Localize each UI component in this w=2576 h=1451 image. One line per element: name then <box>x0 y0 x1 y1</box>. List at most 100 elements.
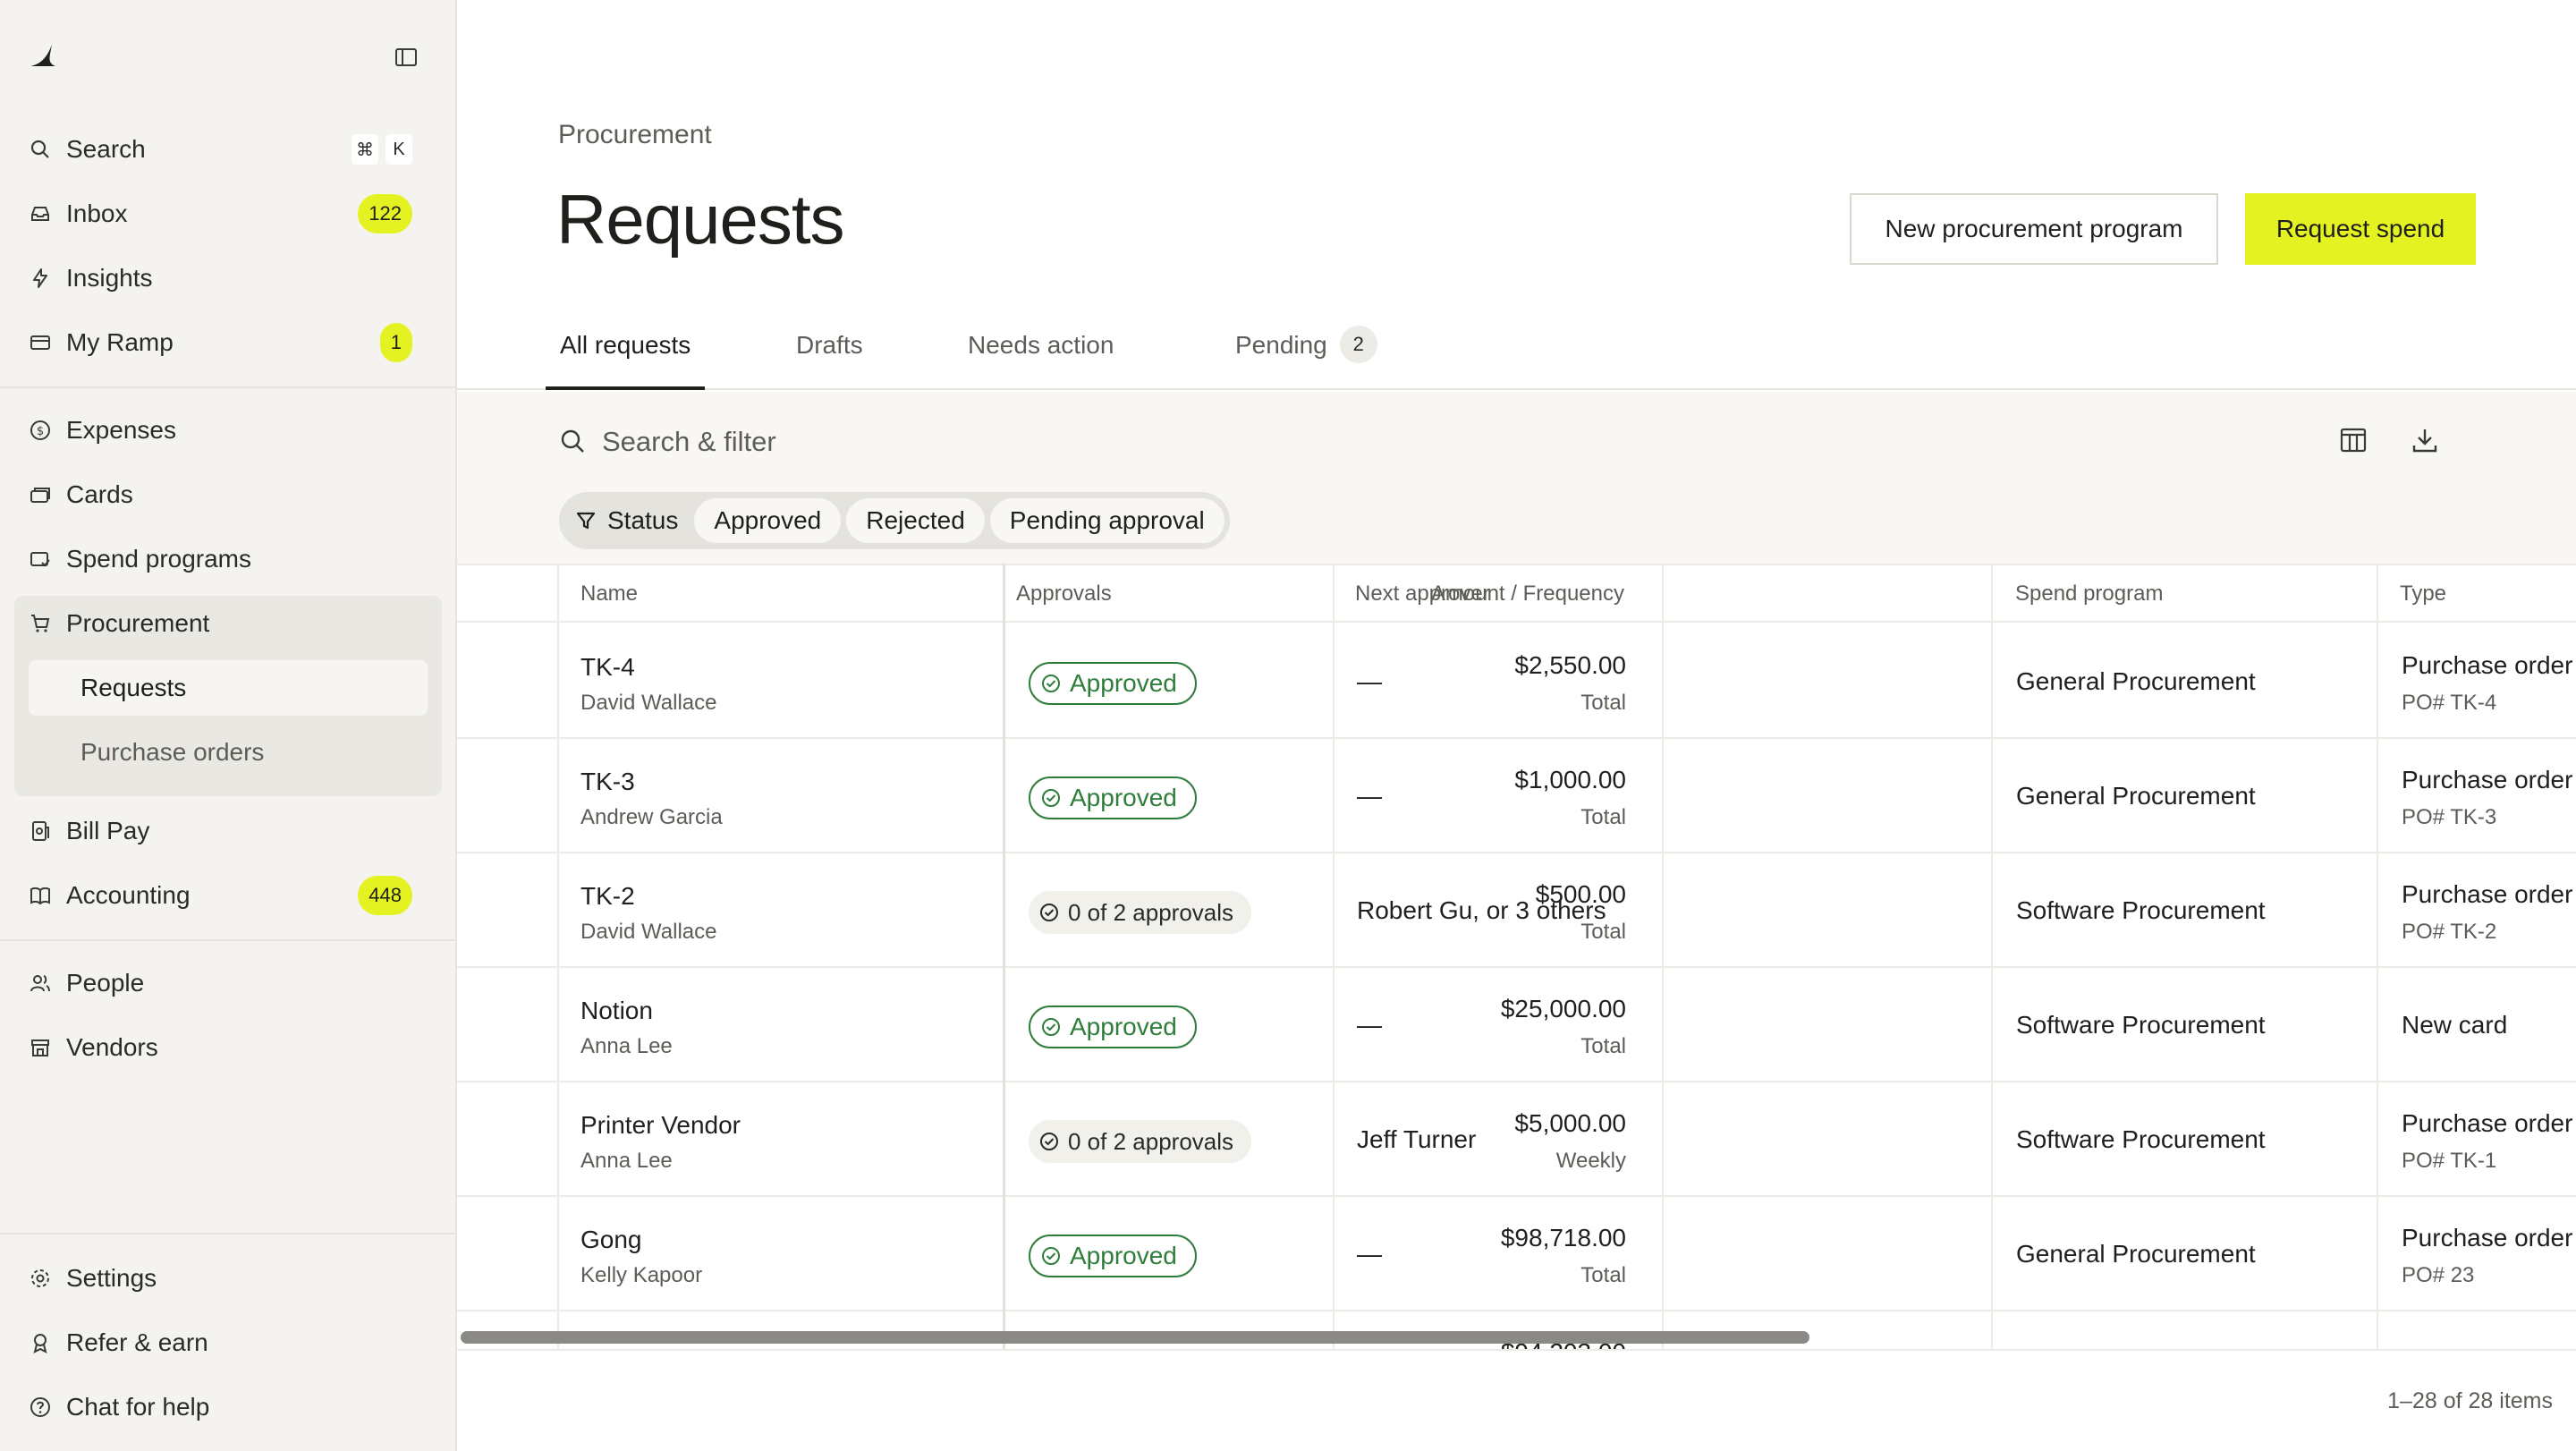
tab-label: Pending <box>1235 331 1327 359</box>
my-ramp-count-badge: 1 <box>379 323 412 362</box>
bill-icon <box>29 819 52 843</box>
spend-program: General Procurement <box>2016 667 2256 695</box>
request-spend-button[interactable]: Request spend <box>2245 193 2476 265</box>
approval-progress-badge: 0 of 2 approvals <box>1029 1120 1252 1163</box>
sidebar: Search ⌘ K Inbox 122 Insights My Ramp 1 … <box>0 0 457 1451</box>
requests-table: Name Approvals Next approver Amount / Fr… <box>457 564 2576 1351</box>
table-row[interactable]: TK-4 David Wallace Approved — $2,550.00 Total… <box>457 624 2576 739</box>
inbox-icon <box>29 202 52 225</box>
status-filter-label[interactable]: Status <box>572 506 689 535</box>
frequency: Total <box>1580 805 1626 829</box>
sidebar-item-label: Spend programs <box>66 545 252 573</box>
approval-status-text: Approved <box>1070 669 1177 697</box>
po-number: PO# TK-2 <box>2402 920 2497 944</box>
sidebar-item-procurement[interactable]: Procurement <box>29 598 427 649</box>
frequency: Total <box>1580 1034 1626 1058</box>
tab-drafts[interactable]: Drafts <box>796 331 863 390</box>
columns-icon[interactable] <box>2337 424 2369 456</box>
table-row[interactable]: Notion Anna Lee Approved — $25,000.00 Total So… <box>457 968 2576 1082</box>
sidebar-item-settings[interactable]: Settings <box>29 1252 427 1304</box>
approval-status-text: 0 of 2 approvals <box>1068 1127 1234 1155</box>
breadcrumb[interactable]: Procurement <box>558 120 712 150</box>
sidebar-toggle-icon[interactable] <box>394 45 419 70</box>
column-header-approvals[interactable]: Approvals <box>1016 581 1112 607</box>
sidebar-search[interactable]: Search ⌘ K <box>29 123 427 175</box>
frequency: Weekly <box>1555 1149 1626 1173</box>
new-procurement-program-button[interactable]: New procurement program <box>1850 193 2218 265</box>
tab-pending[interactable]: Pending 2 <box>1235 326 1377 390</box>
search-icon <box>29 138 52 161</box>
status-filter-group: Status Approved Rejected Pending approva… <box>559 492 1230 549</box>
sidebar-item-bill-pay[interactable]: Bill Pay <box>29 805 427 857</box>
sidebar-item-label: Procurement <box>66 609 210 637</box>
sidebar-item-vendors[interactable]: Vendors <box>29 1022 427 1073</box>
table-row[interactable]: TK-3 Andrew Garcia Approved — $1,000.00 Total… <box>457 739 2576 853</box>
table-row[interactable]: Gong Kelly Kapoor Approved — $98,718.00 Total… <box>457 1197 2576 1311</box>
sidebar-subitem-requests[interactable]: Requests <box>29 660 428 716</box>
sidebar-item-label: Expenses <box>66 416 176 444</box>
pending-count-badge: 2 <box>1339 326 1377 363</box>
request-name: Gong <box>580 1226 642 1253</box>
check-circle-icon <box>1041 674 1061 693</box>
spend-program: Software Procurement <box>2016 896 2266 924</box>
amount: $25,000.00 <box>1500 995 1626 1022</box>
column-header-spend-program[interactable]: Spend program <box>2015 581 2163 607</box>
horizontal-scrollbar[interactable] <box>461 1331 1809 1344</box>
check-circle-icon <box>1039 903 1059 922</box>
check-circle-icon <box>1039 1132 1059 1151</box>
sidebar-item-label: Accounting <box>66 881 191 909</box>
sidebar-item-accounting[interactable]: Accounting 448 <box>29 870 427 921</box>
spend-program: General Procurement <box>2016 1240 2256 1268</box>
filter-chip-rejected[interactable]: Rejected <box>846 498 985 543</box>
requester-name: David Wallace <box>580 691 717 715</box>
requester-name: Kelly Kapoor <box>580 1263 703 1287</box>
tab-all-requests[interactable]: All requests <box>546 331 706 390</box>
sidebar-item-label: Refer & earn <box>66 1328 208 1356</box>
request-name: TK-3 <box>580 768 635 795</box>
requester-name: Anna Lee <box>580 1149 673 1173</box>
sidebar-item-label: People <box>66 969 145 997</box>
sidebar-subitem-purchase-orders[interactable]: Purchase orders <box>29 725 428 780</box>
download-icon[interactable] <box>2409 424 2441 456</box>
amount: $500.00 <box>1535 880 1626 908</box>
approval-status-text: Approved <box>1070 1242 1177 1269</box>
request-type: Purchase order <box>2402 651 2573 679</box>
search-filter-input[interactable] <box>602 417 1407 467</box>
ramp-logo-icon[interactable] <box>27 39 59 72</box>
sidebar-item-refer-earn[interactable]: Refer & earn <box>29 1317 427 1369</box>
sidebar-divider <box>0 386 455 388</box>
column-header-amount[interactable]: Amount / Frequency <box>1431 581 1624 607</box>
sidebar-item-chat-help[interactable]: Chat for help <box>29 1381 427 1433</box>
sidebar-item-cards[interactable]: Cards <box>29 469 427 521</box>
sidebar-item-people[interactable]: People <box>29 957 427 1009</box>
sidebar-item-label: Cards <box>66 480 133 508</box>
sidebar-item-expenses[interactable]: $ Expenses <box>29 404 427 456</box>
sidebar-item-inbox[interactable]: Inbox 122 <box>29 188 427 240</box>
request-type: Purchase order <box>2402 1109 2573 1137</box>
next-approver: — <box>1357 1240 1382 1268</box>
next-approver: — <box>1357 667 1382 695</box>
column-divider <box>1662 564 1664 1351</box>
sidebar-item-insights[interactable]: Insights <box>29 252 427 304</box>
sidebar-item-my-ramp[interactable]: My Ramp 1 <box>29 317 427 369</box>
tab-needs-action[interactable]: Needs action <box>968 331 1114 390</box>
sidebar-search-label: Search <box>66 135 146 163</box>
shortcut-key-k: K <box>386 134 412 165</box>
people-icon <box>29 972 52 995</box>
column-divider <box>1003 564 1005 1351</box>
filter-chip-approved[interactable]: Approved <box>694 498 842 543</box>
amount: $1,000.00 <box>1514 766 1626 793</box>
main-content: Procurement Requests New procurement pro… <box>457 0 2576 1451</box>
filter-chip-pending-approval[interactable]: Pending approval <box>989 498 1224 543</box>
sidebar-divider <box>0 939 455 941</box>
book-icon <box>29 884 52 907</box>
sidebar-item-spend-programs[interactable]: Spend programs <box>29 533 427 585</box>
sidebar-item-label: Bill Pay <box>66 817 150 844</box>
table-footer-divider <box>457 1349 2576 1351</box>
column-header-name[interactable]: Name <box>580 581 638 607</box>
request-name: Printer Vendor <box>580 1111 741 1139</box>
accounting-count-badge: 448 <box>358 876 412 915</box>
table-row[interactable]: Printer Vendor Anna Lee 0 of 2 approvals Je… <box>457 1082 2576 1197</box>
column-header-type[interactable]: Type <box>2400 581 2446 607</box>
table-row[interactable]: TK-2 David Wallace 0 of 2 approvals Robert … <box>457 853 2576 968</box>
